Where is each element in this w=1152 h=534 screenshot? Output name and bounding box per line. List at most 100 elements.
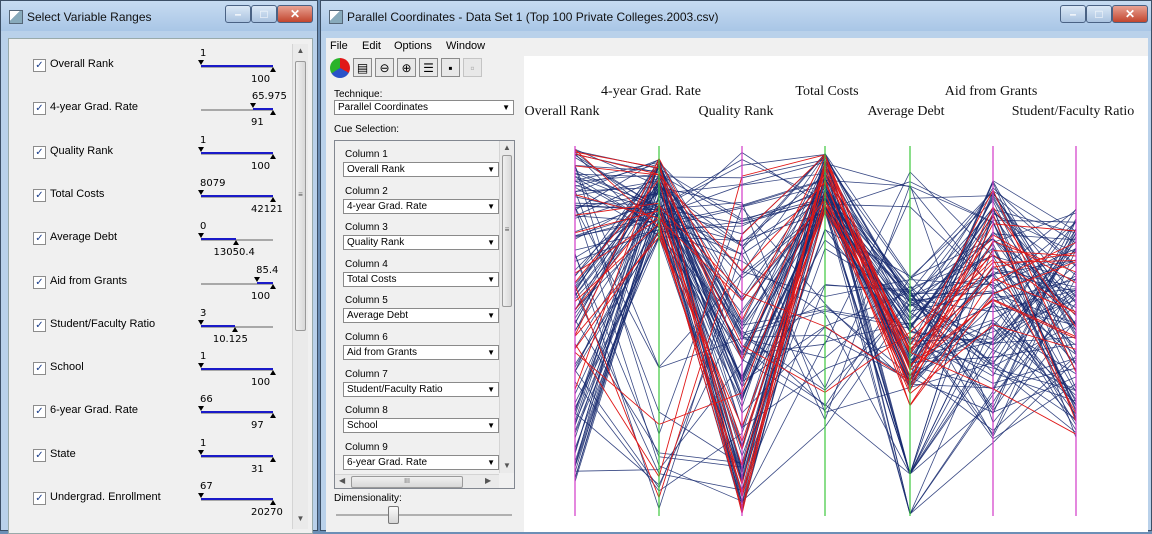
variable-checkbox[interactable]: ✓ (33, 362, 46, 376)
range-min-handle[interactable] (249, 103, 256, 109)
variable-label: Overall Rank (50, 58, 114, 70)
maximize-button[interactable]: □ (1086, 5, 1112, 23)
save-icon[interactable]: ▤ (353, 58, 372, 77)
variable-ranges-titlebar[interactable]: Select Variable Ranges – □ ✕ (1, 1, 317, 31)
menu-edit[interactable]: Edit (362, 40, 381, 52)
parallel-coordinates-client: File Edit Options Window ▤ ⊖ ⊕ ☰ ▪ ▫ Tec… (326, 38, 1148, 532)
window-title: Select Variable Ranges (27, 10, 152, 24)
variable-label: Quality Rank (50, 144, 113, 157)
variable-checkbox[interactable]: ✓ (33, 59, 46, 72)
minimize-button[interactable]: – (225, 5, 251, 23)
variable-label: School (50, 361, 84, 374)
scroll-left-arrow-icon[interactable]: ◀ (339, 476, 345, 485)
range-min-handle[interactable] (198, 449, 204, 455)
scroll-right-arrow-icon[interactable]: ▶ (485, 476, 491, 485)
variable-checkbox[interactable]: ✓ (33, 448, 46, 462)
range-slider-selection (201, 194, 273, 197)
column-select[interactable]: Average Debt ▼ (343, 308, 499, 324)
range-min-handle[interactable] (198, 233, 204, 239)
scroll-up-arrow-icon[interactable]: ▲ (500, 143, 514, 152)
menu-window[interactable]: Window (446, 40, 485, 52)
column-select-value: Student/Faculty Ratio (347, 383, 443, 395)
range-slider-selection (201, 411, 273, 414)
range-max-handle[interactable] (270, 110, 276, 116)
dropdown-arrow-icon: ▼ (502, 103, 510, 112)
range-slider-selection (201, 65, 273, 67)
range-max-handle[interactable] (270, 67, 276, 72)
scroll-down-arrow-icon[interactable]: ▼ (500, 461, 514, 470)
column-select[interactable]: Overall Rank ▼ (343, 162, 499, 177)
close-button[interactable]: ✕ (1112, 5, 1148, 23)
column-label: Column 3 (345, 222, 388, 234)
color-wheel-icon[interactable] (330, 58, 350, 78)
range-max-handle[interactable] (270, 456, 276, 462)
range-min-handle[interactable] (198, 406, 204, 412)
range-max-handle[interactable] (231, 326, 238, 332)
variable-label: State (50, 447, 76, 460)
dimensionality-slider-thumb[interactable] (388, 506, 399, 524)
hscroll-thumb[interactable]: III (351, 476, 463, 488)
maximize-button[interactable]: □ (251, 5, 277, 23)
column-select-value: Quality Rank (347, 237, 405, 249)
parallel-coordinates-plot[interactable]: Overall Rank 4-year Grad. Rate Quality Ran… (524, 56, 1148, 532)
range-max-value: 31 (251, 463, 264, 475)
column-label: Column 6 (345, 332, 388, 343)
variable-checkbox[interactable]: ✓ (33, 318, 46, 332)
column-label: Column 9 (345, 441, 388, 453)
parallel-coordinates-window: Parallel Coordinates - Data Set 1 (Top 1… (320, 0, 1152, 532)
menu-options[interactable]: Options (394, 40, 432, 52)
range-max-handle[interactable] (270, 413, 276, 419)
range-max-handle[interactable] (232, 240, 239, 246)
range-min-handle[interactable] (198, 189, 204, 195)
column-select[interactable]: Total Costs ▼ (343, 271, 499, 287)
column-select[interactable]: 6-year Grad. Rate ▼ (343, 454, 499, 470)
minimize-button[interactable]: – (1060, 5, 1086, 23)
column-select[interactable]: Student/Faculty Ratio ▼ (343, 381, 499, 397)
variable-label: 6-year Grad. Rate (50, 404, 139, 417)
column-select[interactable]: 4-year Grad. Rate ▼ (343, 198, 499, 214)
range-min-handle[interactable] (198, 146, 204, 152)
rows-icon[interactable]: ☰ (419, 58, 438, 77)
technique-select[interactable]: Parallel Coordinates ▼ (334, 100, 514, 115)
range-min-handle[interactable] (198, 363, 204, 369)
close-button[interactable]: ✕ (277, 5, 313, 23)
variable-checkbox[interactable]: ✓ (33, 145, 46, 159)
range-min-handle[interactable] (198, 319, 204, 325)
variable-checkbox[interactable]: ✓ (33, 102, 46, 116)
variable-checkbox[interactable]: ✓ (33, 188, 46, 202)
dimensionality-slider-track[interactable] (336, 514, 512, 516)
column-select[interactable]: School ▼ (343, 418, 499, 434)
scroll-down-arrow-icon[interactable]: ▼ (293, 514, 308, 523)
range-max-handle[interactable] (270, 500, 276, 505)
range-min-handle[interactable] (198, 493, 204, 498)
variable-row: ✓ Total Costs 8079 42121 (29, 177, 299, 220)
cue-list-hscrollbar[interactable]: ◀ III ▶ (335, 474, 499, 488)
menu-file[interactable]: File (330, 40, 348, 52)
column-select[interactable]: Aid from Grants ▼ (343, 345, 499, 360)
range-max-handle[interactable] (270, 370, 276, 376)
window-icon (9, 10, 23, 24)
variable-row: ✓ Undergrad. Enrollment 67 20270 (29, 480, 299, 523)
select-icon[interactable]: ▪ (441, 58, 460, 77)
hscroll-grip: III (404, 478, 410, 485)
variable-checkbox[interactable]: ✓ (33, 232, 46, 246)
variable-checkbox[interactable]: ✓ (33, 492, 46, 505)
cue-list-vscrollbar[interactable]: ▲ ≡ ▼ (499, 141, 514, 473)
variable-checkbox[interactable]: ✓ (33, 275, 46, 289)
range-max-handle[interactable] (270, 283, 276, 289)
column-select-value: Aid from Grants (347, 347, 418, 358)
variable-list-scrollbar[interactable]: ▲ ≡ ▼ (292, 44, 308, 529)
range-max-handle[interactable] (270, 153, 276, 159)
range-min-handle[interactable] (198, 60, 204, 65)
scroll-up-arrow-icon[interactable]: ▲ (293, 46, 308, 55)
column-select[interactable]: Quality Rank ▼ (343, 235, 499, 251)
column-select-value: Total Costs (347, 273, 397, 285)
range-max-handle[interactable] (270, 196, 276, 202)
range-min-value: 67 (200, 481, 213, 492)
range-min-handle[interactable] (254, 276, 261, 282)
column-list: Column 1 Overall Rank ▼ Column 2 4-year Grad… (335, 141, 500, 471)
parallel-coordinates-titlebar[interactable]: Parallel Coordinates - Data Set 1 (Top 1… (321, 1, 1151, 31)
zoom-in-icon[interactable]: ⊕ (397, 58, 416, 77)
zoom-out-icon[interactable]: ⊖ (375, 58, 394, 77)
variable-checkbox[interactable]: ✓ (33, 405, 46, 419)
